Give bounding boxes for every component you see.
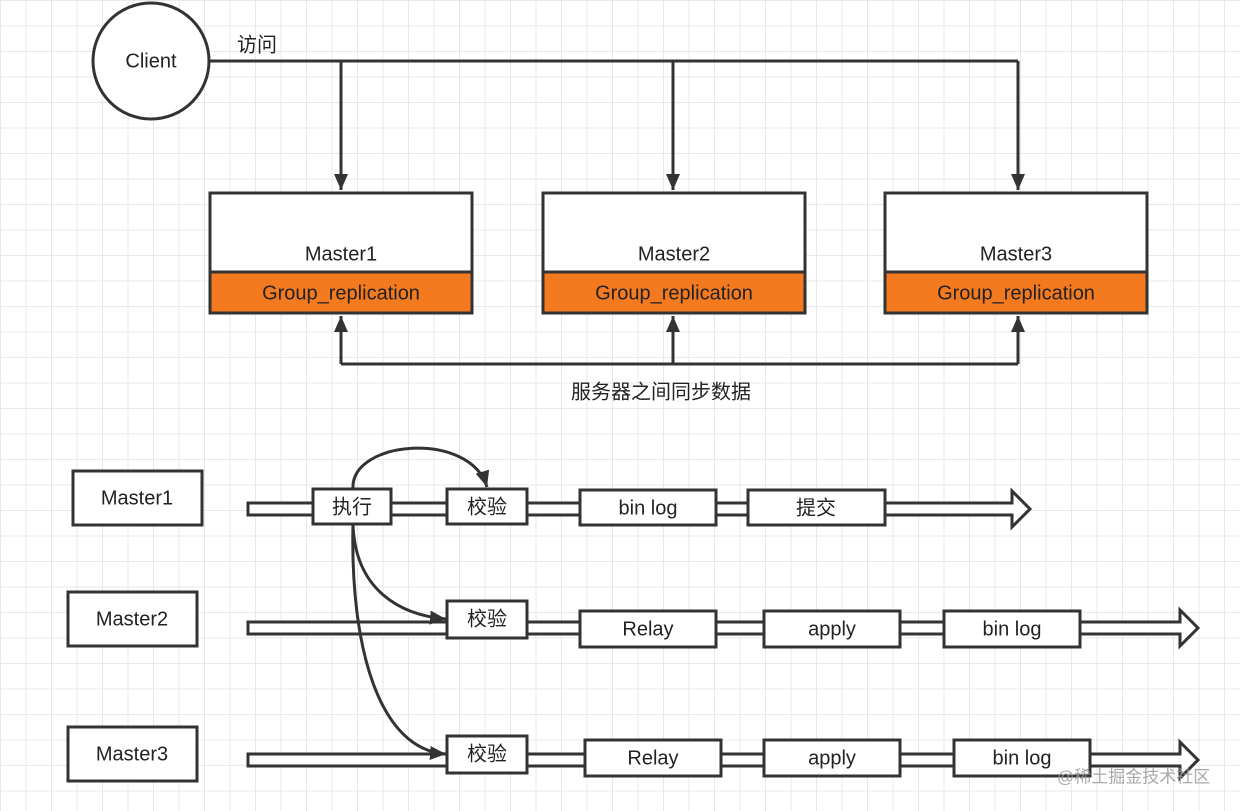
server-master3: Master3 Group_replication [883, 191, 1149, 315]
curve-arrow-to-verify-master2 [351, 523, 447, 625]
curve-arrow-to-verify-master1 [351, 446, 490, 490]
sync-label: 服务器之间同步数据 [571, 380, 751, 403]
step-box: 提交 [796, 496, 836, 519]
step-box: apply [808, 618, 856, 640]
server-name: Master2 [638, 243, 710, 265]
step-box: 校验 [467, 742, 507, 765]
step-box: 校验 [467, 495, 507, 518]
flow-row-master1: Master1 执行 校验 bin log 提交 [71, 469, 1033, 531]
step-box: bin log [619, 497, 678, 519]
step-box: bin log [983, 618, 1042, 640]
row-label: Master2 [96, 608, 168, 630]
step-box: 执行 [332, 495, 372, 518]
server-module: Group_replication [595, 282, 753, 304]
server-name: Master3 [980, 243, 1052, 265]
watermark: @稀土掘金技术社区 [1057, 767, 1210, 786]
server-master2: Master2 Group_replication [541, 191, 807, 315]
flow-row-master3: Master3 校验 Relay apply bin log [66, 725, 1201, 783]
step-box: Relay [622, 618, 673, 640]
server-module: Group_replication [262, 282, 420, 304]
flow-row-master2: Master2 校验 Relay apply bin log [66, 590, 1201, 650]
access-label: 访问 [237, 33, 277, 56]
step-box: Relay [627, 747, 678, 769]
server-module: Group_replication [937, 282, 1095, 304]
client-node: Client [91, 1, 211, 121]
row-label: Master1 [101, 487, 173, 509]
server-name: Master1 [305, 243, 377, 265]
step-box: bin log [993, 747, 1052, 769]
diagram-canvas: Client 访问 Master1 Group_replication Mast… [66, 1, 1210, 786]
row-label: Master3 [96, 743, 168, 765]
step-box: 校验 [467, 607, 507, 630]
step-box: apply [808, 747, 856, 769]
server-master1: Master1 Group_replication [208, 191, 474, 315]
client-label: Client [125, 50, 177, 72]
curve-arrow-to-verify-master3 [351, 523, 447, 760]
